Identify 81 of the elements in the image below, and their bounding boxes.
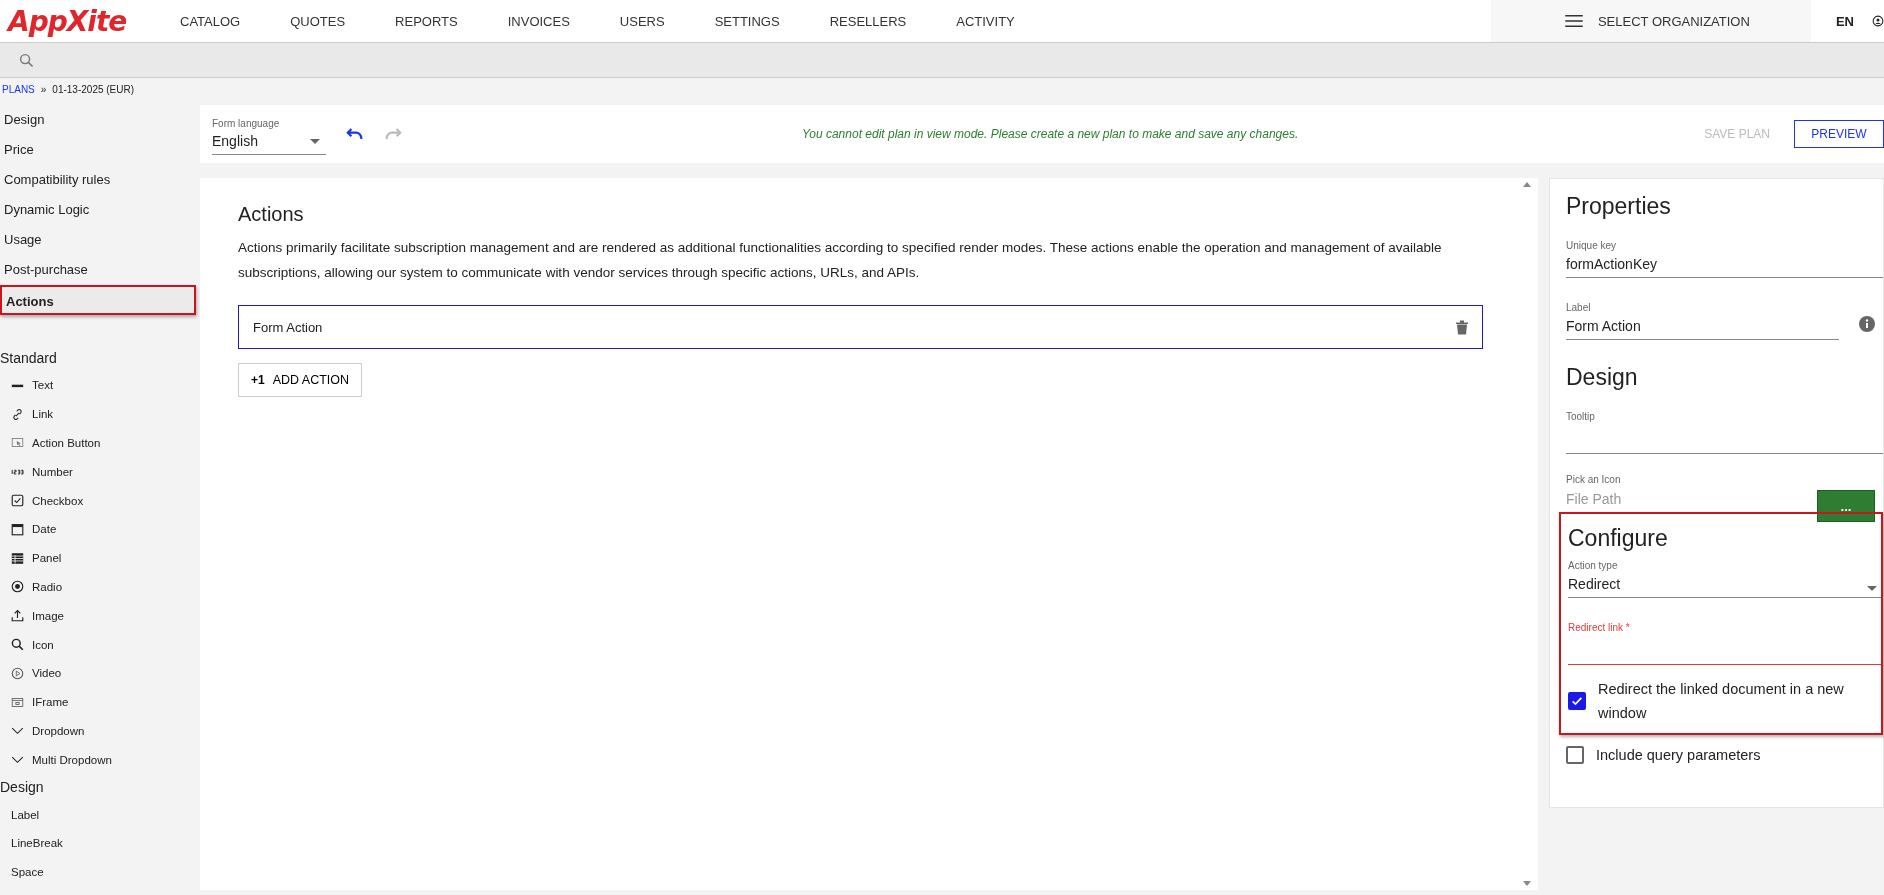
sidebar-item[interactable]: Design [0, 105, 196, 135]
info-icon[interactable] [1859, 316, 1875, 332]
section-description: Actions primarily facilitate subscription management and are rendered as additional functionalities according to specified render modes. These actions enable the operation and management of available subscriptions, allowing our system to communicate with vendor services through specific actions, URLs, and APIs. [238, 239, 1443, 282]
radio-icon [11, 580, 24, 594]
scroll-down-icon[interactable] [1523, 881, 1531, 886]
palette-item[interactable]: Icon [0, 630, 200, 659]
palette-item[interactable]: Space [0, 857, 200, 887]
palette-item[interactable]: Video [0, 658, 200, 688]
delete-icon[interactable] [1456, 319, 1468, 335]
checkbox-icon [11, 494, 24, 508]
tooltip-field[interactable]: Tooltip [1566, 411, 1883, 454]
checkbox-option[interactable]: Redirect the linked document in a new window [1568, 677, 1881, 725]
panel-heading: Properties [1566, 193, 1672, 220]
palette-item[interactable]: Label [0, 800, 200, 829]
search-icon [11, 638, 24, 652]
organization-selector[interactable]: SELECT ORGANIZATION [1490, 0, 1811, 42]
palette-item[interactable]: Radio [0, 572, 200, 602]
label-field[interactable]: Label Form Action [1566, 302, 1839, 340]
search-icon[interactable] [19, 52, 34, 68]
redirect-link-field[interactable]: Redirect link * [1568, 622, 1881, 665]
caret-icon [310, 138, 320, 144]
action-type-select[interactable]: Action type Redirect [1568, 560, 1881, 598]
sidebar-item[interactable]: Compatibility rules [0, 165, 196, 195]
palette-item[interactable]: Text [0, 371, 200, 400]
calendar-icon [11, 522, 24, 536]
section-title: Actions [238, 203, 305, 226]
nav-link[interactable]: SETTINGS [714, 13, 780, 29]
sidebar-item[interactable]: Actions [0, 285, 196, 315]
window-icon [11, 695, 24, 709]
breadcrumb-current: 01-13-2025 (EUR) [52, 83, 135, 95]
nav-link[interactable]: QUOTES [290, 13, 346, 29]
palette-item[interactable]: IFrame [0, 687, 200, 717]
menu-icon [1563, 14, 1584, 28]
palette-item[interactable]: Multi Dropdown [0, 745, 200, 775]
scroll-up-icon[interactable] [1523, 182, 1531, 187]
palette-item[interactable]: LineBreak [0, 828, 200, 858]
language-selector[interactable]: EN [1835, 13, 1854, 29]
nav-link[interactable]: REPORTS [395, 13, 458, 29]
palette-item[interactable]: Number [0, 457, 200, 487]
sidebar-item[interactable]: Usage [0, 225, 196, 255]
nav-link[interactable]: USERS [619, 13, 665, 29]
browse-button[interactable]: ... [1817, 490, 1875, 522]
checkbox[interactable] [1568, 692, 1586, 710]
add-action-button[interactable]: +1 ADD ACTION [238, 363, 363, 397]
icon-path-field[interactable]: Pick an Icon File Path [1566, 474, 1622, 508]
palette-item[interactable]: Action Button [0, 428, 200, 458]
nav-link[interactable]: INVOICES [507, 13, 570, 29]
breadcrumb-separator: » [40, 83, 47, 95]
form-language-select[interactable]: Form language English [212, 113, 326, 155]
palette-heading: Design [0, 778, 45, 798]
upload-icon [11, 609, 24, 623]
breadcrumb-link[interactable]: PLANS [2, 83, 35, 95]
checkbox-option[interactable]: Include query parameters [1566, 743, 1883, 767]
panel-heading: Design [1566, 364, 1639, 391]
preview-button[interactable]: PREVIEW [1794, 120, 1884, 148]
palette-item[interactable]: Dropdown [0, 716, 200, 746]
sidebar-item[interactable]: Post-purchase [0, 255, 196, 285]
palette-item[interactable]: Link [0, 399, 200, 429]
logo[interactable]: AppXite [0, 4, 158, 38]
palette-item[interactable]: Checkbox [0, 486, 200, 515]
palette-item[interactable]: Image [0, 601, 200, 631]
play-circle-icon [11, 666, 24, 680]
link-icon [11, 407, 24, 421]
panel-heading: Configure [1568, 525, 1669, 552]
nav-link[interactable]: RESELLERS [829, 13, 907, 29]
view-mode-notice: You cannot edit plan in view mode. Please create a new plan to make and save any changes. [800, 127, 1300, 141]
caret-icon [1867, 586, 1877, 591]
palette-heading: Standard [0, 349, 58, 368]
palette-item[interactable]: Date [0, 515, 200, 544]
user-icon[interactable] [1872, 15, 1884, 27]
sidebar-item[interactable]: Dynamic Logic [0, 195, 196, 225]
palette-item[interactable]: Panel [0, 543, 200, 573]
nav-link[interactable]: ACTIVITY [956, 13, 1015, 29]
action-item[interactable]: Form Action [238, 305, 1483, 349]
sidebar-item[interactable]: Price [0, 135, 196, 165]
cursor-button-icon [11, 436, 24, 450]
nav-link[interactable]: CATALOG [180, 13, 241, 29]
checkbox[interactable] [1566, 746, 1584, 764]
unique-key-field[interactable]: Unique key formActionKey [1566, 240, 1883, 278]
undo-icon[interactable] [346, 127, 364, 141]
table-icon [11, 551, 24, 565]
